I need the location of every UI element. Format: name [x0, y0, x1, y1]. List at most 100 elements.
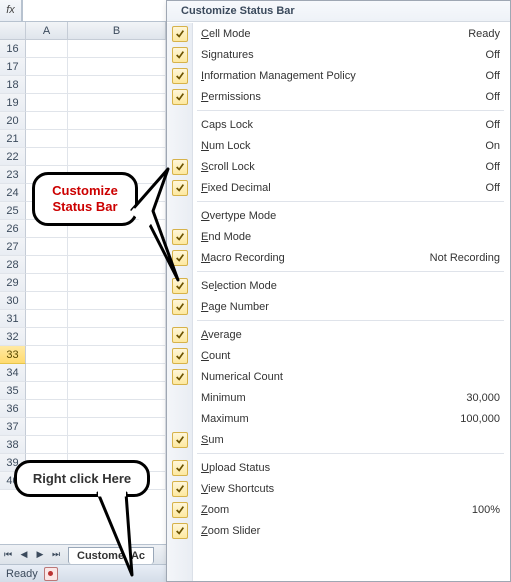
- row-header[interactable]: 31: [0, 310, 26, 328]
- menu-item[interactable]: Scroll LockOff: [167, 156, 510, 177]
- cell[interactable]: [68, 346, 166, 364]
- menu-item[interactable]: End Mode: [167, 226, 510, 247]
- row-header[interactable]: 19: [0, 94, 26, 112]
- tab-nav-next-icon[interactable]: ▶: [32, 546, 48, 564]
- row-header[interactable]: 21: [0, 130, 26, 148]
- row-header[interactable]: 26: [0, 220, 26, 238]
- cell[interactable]: [26, 346, 68, 364]
- column-header[interactable]: B: [68, 22, 166, 40]
- row-header[interactable]: 24: [0, 184, 26, 202]
- row-header[interactable]: 30: [0, 292, 26, 310]
- check-icon: [172, 89, 188, 105]
- row-header[interactable]: 28: [0, 256, 26, 274]
- cell[interactable]: [26, 130, 68, 148]
- cell[interactable]: [26, 76, 68, 94]
- menu-item[interactable]: Zoom Slider: [167, 520, 510, 541]
- menu-item[interactable]: Overtype Mode: [167, 205, 510, 226]
- menu-item[interactable]: Average: [167, 324, 510, 345]
- cell[interactable]: [26, 418, 68, 436]
- cell[interactable]: [26, 40, 68, 58]
- cell[interactable]: [68, 94, 166, 112]
- cell[interactable]: [26, 382, 68, 400]
- tab-nav-first-icon[interactable]: ⏮: [0, 546, 16, 564]
- menu-item[interactable]: Page Number: [167, 296, 510, 317]
- check-icon: [172, 369, 188, 385]
- menu-item-label: Average: [201, 329, 242, 341]
- row-header[interactable]: 17: [0, 58, 26, 76]
- cell[interactable]: [68, 40, 166, 58]
- cell[interactable]: [26, 274, 68, 292]
- menu-item-value: Ready: [468, 28, 500, 40]
- cell[interactable]: [68, 58, 166, 76]
- cell[interactable]: [68, 148, 166, 166]
- cell[interactable]: [26, 148, 68, 166]
- row-header[interactable]: 37: [0, 418, 26, 436]
- tab-nav-prev-icon[interactable]: ◀: [16, 546, 32, 564]
- menu-item[interactable]: View Shortcuts: [167, 478, 510, 499]
- cell[interactable]: [26, 256, 68, 274]
- cell[interactable]: [68, 436, 166, 454]
- row-header[interactable]: 38: [0, 436, 26, 454]
- menu-item[interactable]: Caps LockOff: [167, 114, 510, 135]
- cell[interactable]: [68, 292, 166, 310]
- row-header[interactable]: 34: [0, 364, 26, 382]
- menu-item[interactable]: Numerical Count: [167, 366, 510, 387]
- menu-item[interactable]: Selection Mode: [167, 275, 510, 296]
- fx-button[interactable]: fx: [0, 0, 22, 21]
- menu-item[interactable]: Fixed DecimalOff: [167, 177, 510, 198]
- menu-item[interactable]: Minimum30,000: [167, 387, 510, 408]
- cell[interactable]: [68, 328, 166, 346]
- menu-item[interactable]: Cell ModeReady: [167, 23, 510, 44]
- row-header[interactable]: 35: [0, 382, 26, 400]
- row-header[interactable]: 27: [0, 238, 26, 256]
- cell[interactable]: [68, 112, 166, 130]
- menu-item-value: 100,000: [460, 413, 500, 425]
- menu-item[interactable]: Information Management PolicyOff: [167, 65, 510, 86]
- menu-item[interactable]: SignaturesOff: [167, 44, 510, 65]
- cell[interactable]: [68, 418, 166, 436]
- cell[interactable]: [26, 328, 68, 346]
- select-all-corner[interactable]: [0, 22, 26, 40]
- row-header[interactable]: 23: [0, 166, 26, 184]
- cell[interactable]: [26, 400, 68, 418]
- cell[interactable]: [26, 112, 68, 130]
- menu-item-label: Zoom: [201, 504, 229, 516]
- tab-nav-last-icon[interactable]: ⏭: [48, 546, 64, 564]
- row-header[interactable]: 22: [0, 148, 26, 166]
- cell[interactable]: [68, 364, 166, 382]
- check-icon: [172, 26, 188, 42]
- column-header[interactable]: A: [26, 22, 68, 40]
- menu-item[interactable]: Macro RecordingNot Recording: [167, 247, 510, 268]
- row-header[interactable]: 18: [0, 76, 26, 94]
- cell[interactable]: [68, 382, 166, 400]
- row-header[interactable]: 36: [0, 400, 26, 418]
- menu-item[interactable]: PermissionsOff: [167, 86, 510, 107]
- cell[interactable]: [68, 76, 166, 94]
- menu-item[interactable]: Count: [167, 345, 510, 366]
- cell[interactable]: [26, 364, 68, 382]
- cell[interactable]: [26, 436, 68, 454]
- cell[interactable]: [26, 58, 68, 76]
- cell[interactable]: [26, 238, 68, 256]
- row-header[interactable]: 32: [0, 328, 26, 346]
- menu-item[interactable]: Zoom100%: [167, 499, 510, 520]
- row-header[interactable]: 29: [0, 274, 26, 292]
- menu-item-label: Numerical Count: [201, 371, 283, 383]
- menu-item[interactable]: Sum: [167, 429, 510, 450]
- menu-item[interactable]: Num LockOn: [167, 135, 510, 156]
- cell[interactable]: [68, 400, 166, 418]
- menu-item[interactable]: Upload Status: [167, 457, 510, 478]
- row-header[interactable]: 33: [0, 346, 26, 364]
- macro-record-icon[interactable]: [44, 567, 58, 581]
- cell[interactable]: [68, 310, 166, 328]
- row-header[interactable]: 25: [0, 202, 26, 220]
- menu-item-value: 30,000: [466, 392, 500, 404]
- menu-item[interactable]: Maximum100,000: [167, 408, 510, 429]
- row-header[interactable]: 20: [0, 112, 26, 130]
- cell[interactable]: [68, 130, 166, 148]
- menu-item-value: Off: [486, 161, 500, 173]
- cell[interactable]: [26, 292, 68, 310]
- cell[interactable]: [26, 310, 68, 328]
- cell[interactable]: [26, 94, 68, 112]
- row-header[interactable]: 16: [0, 40, 26, 58]
